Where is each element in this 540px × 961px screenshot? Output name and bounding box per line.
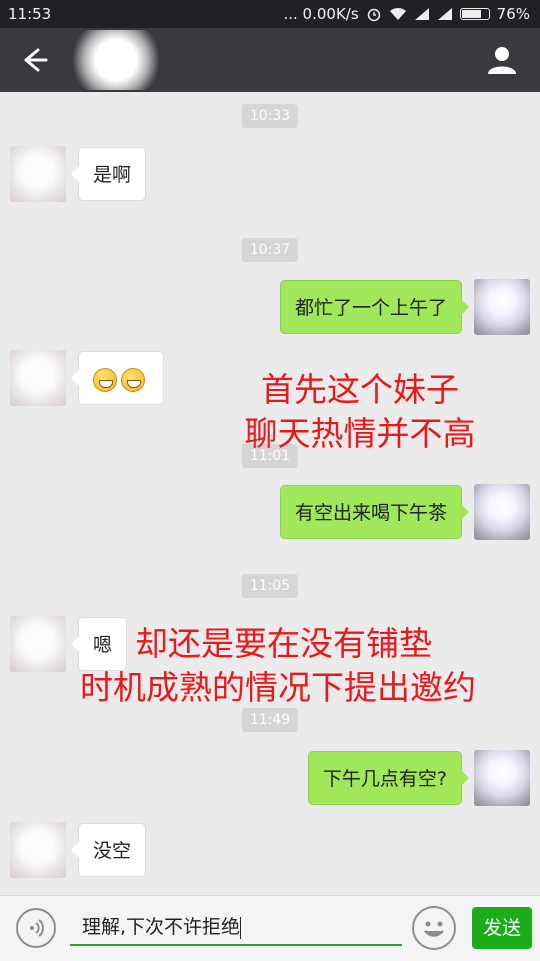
annotation-line: 时机成熟的情况下提出邀约 xyxy=(80,668,476,707)
received-message[interactable]: 没空 xyxy=(70,823,147,877)
voice-button[interactable] xyxy=(16,908,56,948)
alarm-icon xyxy=(367,8,380,22)
sent-message[interactable]: 都忙了一个上午了 xyxy=(279,280,470,334)
contact-avatar[interactable] xyxy=(10,822,66,878)
timestamp: 11:49 xyxy=(241,708,299,732)
annotation-2: 却还是要在没有铺垫 时机成熟的情况下提出邀约 xyxy=(70,622,540,710)
annotation-line: 聊天热情并不高 xyxy=(244,414,476,453)
wifi-icon xyxy=(389,7,406,20)
contact-avatar[interactable] xyxy=(10,146,66,202)
annotation-line: 首先这个妹子 xyxy=(261,370,459,409)
contact-avatar[interactable] xyxy=(10,616,66,672)
status-time: 11:53 xyxy=(8,5,52,23)
contact-avatar[interactable] xyxy=(10,350,66,406)
text-caret xyxy=(240,916,242,939)
sent-message[interactable]: 下午几点有空? xyxy=(307,751,470,805)
annotation-1: 首先这个妹子 聊天热情并不高 xyxy=(210,368,510,456)
chat-messages[interactable]: 10:33 是啊 10:37 都忙了一个上午了 11:01 有空出来喝下午茶 1… xyxy=(0,92,540,895)
grinning-face-icon xyxy=(93,367,117,392)
timestamp: 10:37 xyxy=(241,238,299,262)
back-arrow-icon[interactable] xyxy=(18,44,50,76)
my-avatar[interactable] xyxy=(474,484,530,540)
status-indicators: ... 0.00K/s 76% xyxy=(283,5,530,23)
chat-header xyxy=(0,28,540,92)
network-speed: ... 0.00K/s xyxy=(283,5,359,23)
signal-icon-2 xyxy=(437,8,452,20)
received-message[interactable]: 是啊 xyxy=(70,147,147,201)
contact-name-blurred xyxy=(66,30,166,90)
grinning-face-icon xyxy=(121,367,145,392)
my-avatar[interactable] xyxy=(474,279,530,335)
emoji-button[interactable] xyxy=(412,906,456,950)
sent-message[interactable]: 有空出来喝下午茶 xyxy=(279,485,470,539)
battery-percent: 76% xyxy=(496,5,530,23)
annotation-line: 却还是要在没有铺垫 xyxy=(135,624,432,663)
person-icon[interactable] xyxy=(486,44,518,76)
message-input-value: 理解,下次不许拒绝 xyxy=(82,916,241,938)
my-avatar[interactable] xyxy=(474,750,530,806)
timestamp: 11:05 xyxy=(241,574,299,598)
signal-icon xyxy=(414,8,429,20)
emoji-icon xyxy=(424,921,444,937)
input-bar: 理解,下次不许拒绝 发送 xyxy=(0,895,540,961)
status-bar: 11:53 ... 0.00K/s 76% xyxy=(0,0,540,28)
send-button[interactable]: 发送 xyxy=(472,907,532,949)
battery-icon xyxy=(459,8,490,20)
timestamp: 10:33 xyxy=(241,104,299,128)
received-emoji-message[interactable] xyxy=(71,351,164,405)
message-input[interactable]: 理解,下次不许拒绝 xyxy=(70,908,402,946)
voice-icon xyxy=(30,919,44,937)
